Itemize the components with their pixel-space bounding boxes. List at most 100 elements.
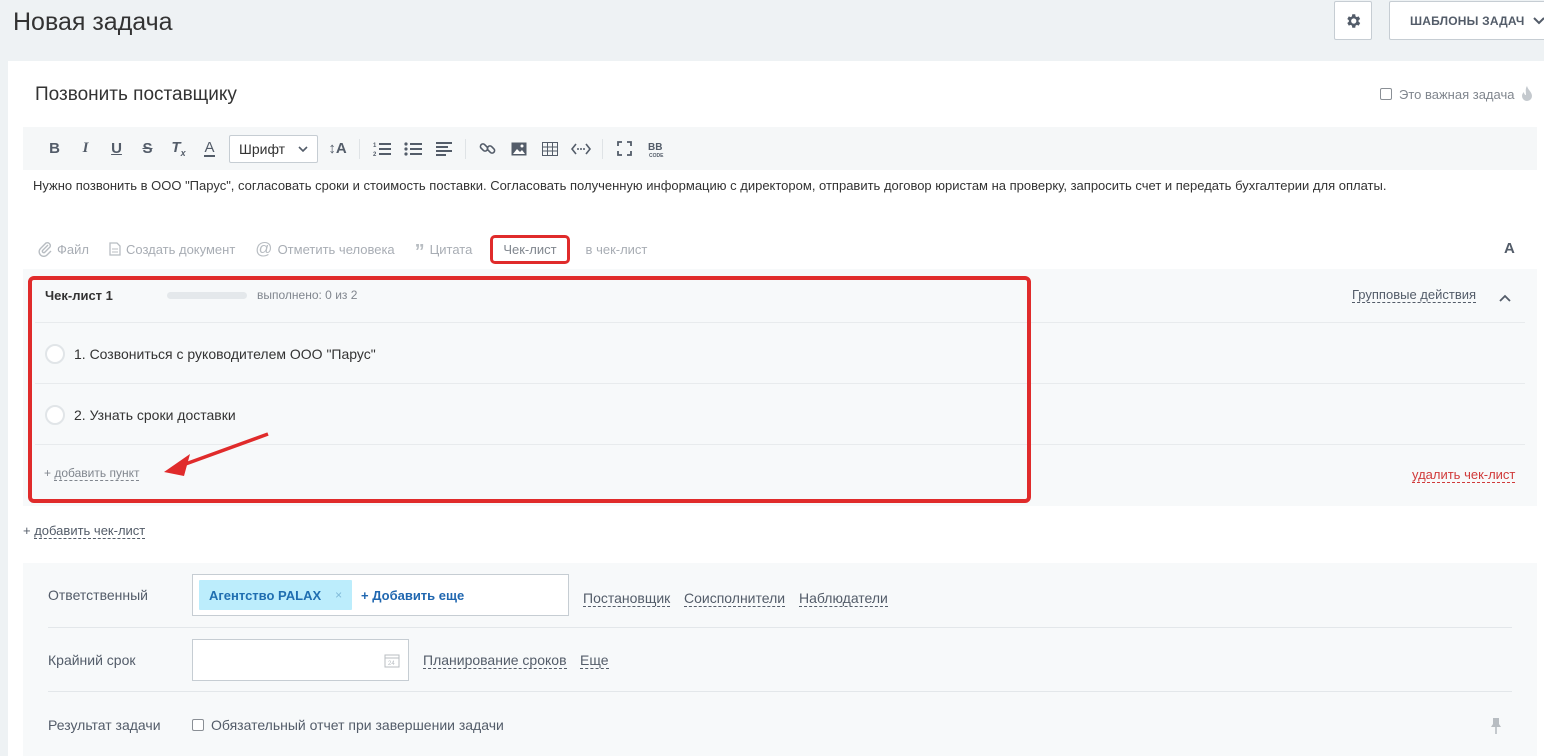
svg-text:2: 2 xyxy=(373,152,377,157)
time-planning-link[interactable]: Планирование сроков xyxy=(423,652,567,669)
responsible-chip-label: Агентство PALAX xyxy=(209,587,322,603)
flame-icon xyxy=(1522,86,1533,101)
svg-text:BB: BB xyxy=(648,142,662,153)
underline-icon: U xyxy=(111,140,122,157)
bullet-list-button[interactable] xyxy=(397,134,428,164)
deadline-label: Крайний срок xyxy=(48,652,136,668)
remove-chip-icon[interactable]: × xyxy=(335,588,342,602)
underline-button[interactable]: U xyxy=(101,134,132,164)
mention-button[interactable]: @ Отметить человека xyxy=(255,239,394,259)
clear-format-button[interactable]: Tx xyxy=(163,134,194,164)
svg-text:CODE: CODE xyxy=(649,153,664,158)
pin-button[interactable] xyxy=(1490,717,1502,739)
settings-button[interactable] xyxy=(1334,1,1372,40)
observers-link[interactable]: Наблюдатели xyxy=(799,590,888,607)
create-document-label: Создать документ xyxy=(125,241,236,257)
add-checklist-prefix: + xyxy=(23,523,31,538)
bbcode-icon: BBCODE xyxy=(648,142,664,158)
clear-format-icon: Tx xyxy=(171,139,186,158)
font-color-button[interactable]: A xyxy=(194,134,225,164)
responsible-label: Ответственный xyxy=(48,587,148,603)
creator-link[interactable]: Постановщик xyxy=(583,590,671,607)
pin-icon xyxy=(1491,718,1501,734)
align-left-icon xyxy=(435,141,452,156)
coexecutors-link[interactable]: Соисполнители xyxy=(684,590,786,607)
quote-button[interactable]: ” Цитата xyxy=(414,239,473,263)
divider xyxy=(48,691,1512,692)
ordered-list-icon: 12 xyxy=(373,142,391,157)
collapse-checklist-button[interactable] xyxy=(1499,289,1511,307)
attachment-bar: Файл Создать документ @ Отметить человек… xyxy=(38,234,667,264)
chevron-up-icon xyxy=(1499,294,1511,302)
add-more-button[interactable]: + Добавить еще xyxy=(361,588,464,603)
image-button[interactable] xyxy=(503,134,534,164)
table-button[interactable] xyxy=(534,134,565,164)
fullscreen-icon xyxy=(617,141,632,156)
important-checkbox[interactable] xyxy=(1380,88,1392,100)
attach-file-button[interactable]: Файл xyxy=(38,241,89,257)
strikethrough-icon: S xyxy=(142,140,153,157)
responsible-chip[interactable]: Агентство PALAX × xyxy=(199,580,353,610)
task-templates-label: ШАБЛОНЫ ЗАДАЧ xyxy=(1410,13,1525,28)
delete-checklist-link[interactable]: удалить чек-лист xyxy=(1412,467,1516,483)
link-icon xyxy=(479,143,496,154)
mention-label: Отметить человека xyxy=(277,241,395,257)
page-title: Новая задача xyxy=(13,8,173,36)
bold-icon: B xyxy=(49,140,60,157)
responsible-field[interactable]: Агентство PALAX × + Добавить еще xyxy=(192,574,569,616)
at-icon: @ xyxy=(255,239,273,258)
annotation-arrow-icon xyxy=(164,432,269,476)
code-button[interactable] xyxy=(565,134,596,164)
ordered-list-button[interactable]: 12 xyxy=(366,134,397,164)
bullet-list-icon xyxy=(403,141,422,156)
bold-button[interactable]: B xyxy=(39,134,70,164)
editor-toolbar: B I U S Tx A Шрифт ↕A 12 BB CODE xyxy=(23,127,1537,170)
divider xyxy=(48,627,1512,628)
create-document-button[interactable]: Создать документ xyxy=(109,242,235,257)
mandatory-report-toggle[interactable]: Обязательный отчет при завершении задачи xyxy=(192,717,504,733)
more-link[interactable]: Еще xyxy=(580,652,609,669)
image-icon xyxy=(511,142,526,155)
text-formatting-toggle[interactable]: A xyxy=(1504,240,1515,257)
toolbar-divider xyxy=(359,138,360,159)
add-checklist-label: добавить чек-лист xyxy=(34,523,146,539)
important-task-toggle[interactable]: Это важная задача xyxy=(1380,86,1534,102)
bbcode-button[interactable]: BB CODE xyxy=(640,134,671,164)
align-button[interactable] xyxy=(428,134,459,164)
code-icon xyxy=(570,143,591,154)
toolbar-divider xyxy=(465,138,466,159)
strikethrough-button[interactable]: S xyxy=(132,134,163,164)
svg-text:1: 1 xyxy=(373,143,377,149)
font-size-icon: ↕A xyxy=(328,140,347,157)
checklist-button[interactable]: Чек-лист xyxy=(490,234,570,264)
font-family-value: Шрифт xyxy=(239,140,286,157)
to-checklist-button[interactable]: в чек-лист xyxy=(586,242,648,257)
task-result-label: Результат задачи xyxy=(48,717,161,733)
group-actions-link[interactable]: Групповые действия xyxy=(1352,287,1477,303)
task-templates-button[interactable]: ШАБЛОНЫ ЗАДАЧ xyxy=(1389,1,1544,40)
fullscreen-button[interactable] xyxy=(609,134,640,164)
add-checklist-link[interactable]: + добавить чек-лист xyxy=(23,523,146,539)
table-icon xyxy=(541,141,558,156)
gear-icon xyxy=(1347,13,1361,28)
quote-icon: ” xyxy=(414,241,425,263)
task-description[interactable]: Нужно позвонить в ООО "Парус", согласова… xyxy=(33,178,1386,193)
italic-button[interactable]: I xyxy=(70,134,101,164)
mandatory-report-checkbox[interactable] xyxy=(192,719,204,731)
to-checklist-label: в чек-лист xyxy=(585,241,648,257)
chevron-down-icon xyxy=(1532,16,1544,24)
calendar-icon[interactable]: 24 xyxy=(384,653,400,668)
deadline-input[interactable]: 24 xyxy=(192,639,409,681)
document-icon xyxy=(109,242,121,256)
italic-icon: I xyxy=(82,140,89,156)
paperclip-icon xyxy=(38,242,52,257)
font-size-button[interactable]: ↕A xyxy=(322,134,353,164)
toolbar-divider xyxy=(602,138,603,159)
task-title-input[interactable]: Позвонить поставщику xyxy=(35,84,237,106)
link-button[interactable] xyxy=(472,134,503,164)
font-family-select[interactable]: Шрифт xyxy=(229,134,318,163)
font-color-icon: A xyxy=(204,139,215,157)
svg-text:24: 24 xyxy=(388,661,395,667)
attach-file-label: Файл xyxy=(57,241,89,257)
quote-label: Цитата xyxy=(429,241,473,257)
